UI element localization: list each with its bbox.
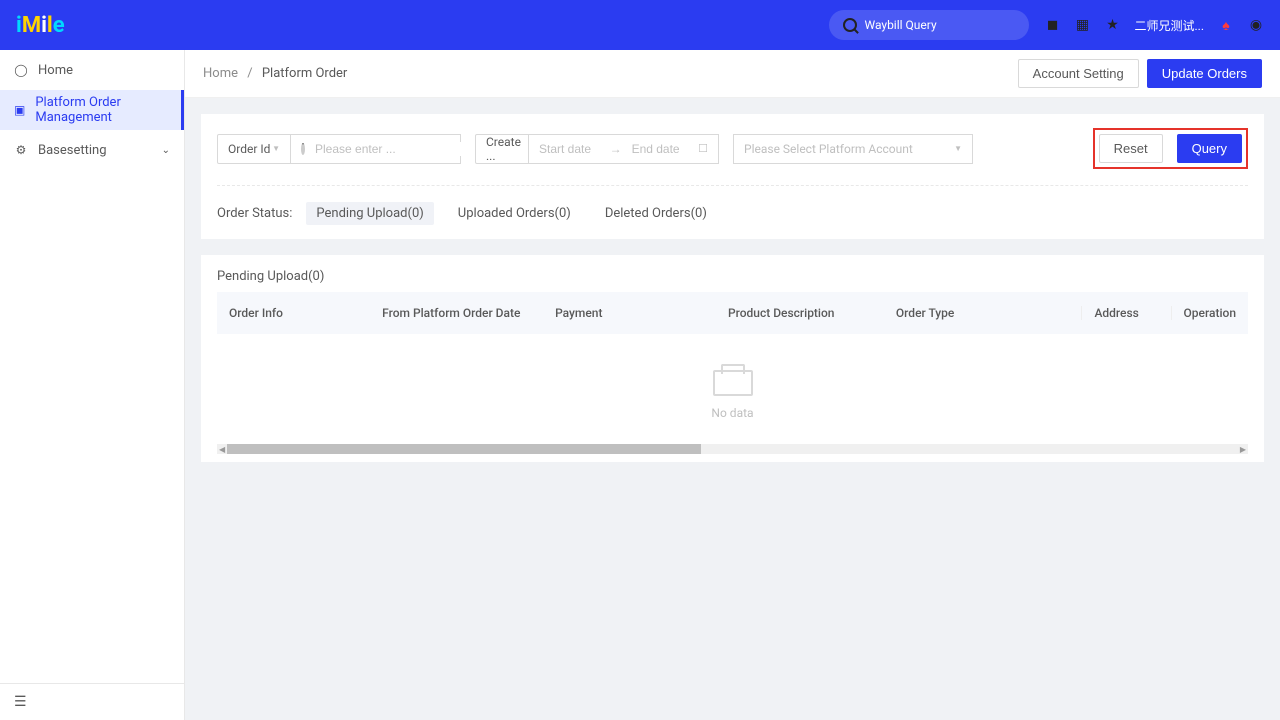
empty-icon [713, 370, 753, 396]
notification-icon[interactable]: ♠ [1218, 17, 1234, 33]
account-setting-button[interactable]: Account Setting [1018, 59, 1139, 88]
sidebar-item-basesetting[interactable]: ⚙ Basesetting ⌄ [0, 130, 184, 170]
status-tab-pending[interactable]: Pending Upload(0) [306, 202, 433, 225]
filter-panel: Order Id ▼ ⤢ Create ... [201, 114, 1264, 239]
orderid-filter: Order Id ▼ ⤢ [217, 134, 461, 164]
order-icon: ▣ [14, 103, 25, 117]
start-date-input[interactable] [539, 142, 600, 156]
logo: iMile [16, 13, 65, 38]
topbar: Home / Platform Order Account Setting Up… [185, 50, 1280, 98]
horizontal-scrollbar[interactable]: ◀ ▶ [217, 444, 1248, 454]
breadcrumb-current: Platform Order [262, 66, 348, 81]
sidebar-item-label: Home [38, 63, 73, 78]
search-icon [843, 18, 857, 32]
order-status-label: Order Status: [217, 206, 292, 221]
empty-text: No data [217, 406, 1248, 420]
waybill-search[interactable]: Waybill Query [829, 10, 1029, 40]
orderid-input-wrap: ⤢ [291, 134, 461, 164]
caret-down-icon: ▼ [272, 144, 280, 153]
date-type-select[interactable]: Create ... [475, 134, 529, 164]
table-panel: Pending Upload(0) Order Info From Platfo… [201, 255, 1264, 462]
sidebar-item-home[interactable]: ◯ Home [0, 50, 184, 90]
update-orders-button[interactable]: Update Orders [1147, 59, 1262, 88]
sidebar-item-platform-order[interactable]: ▣ Platform Order Management [0, 90, 184, 130]
reset-button[interactable]: Reset [1099, 134, 1163, 163]
breadcrumb-sep: / [247, 66, 252, 81]
calendar-icon: ☐ [698, 142, 708, 155]
col-order-type: Order Type [884, 306, 1082, 320]
header-icons: ◼ ▦ ★ 二师兄测试... ♠ ◉ [1045, 17, 1265, 34]
star-icon[interactable]: ★ [1105, 17, 1121, 33]
main-content: Home / Platform Order Account Setting Up… [185, 50, 1280, 720]
orderid-type-select[interactable]: Order Id ▼ [217, 134, 291, 164]
scrollbar-thumb[interactable] [227, 444, 701, 454]
platform-account-select[interactable]: Please Select Platform Account ▼ [733, 134, 973, 164]
scroll-left-icon[interactable]: ◀ [219, 445, 225, 454]
query-highlight-box: Reset Query [1093, 128, 1248, 169]
globe-icon[interactable]: ◉ [1248, 17, 1264, 33]
app-header: iMile Waybill Query ◼ ▦ ★ 二师兄测试... ♠ ◉ [0, 0, 1280, 50]
divider [217, 185, 1248, 186]
caret-down-icon: ▼ [954, 144, 962, 153]
grid-icon[interactable]: ▦ [1075, 17, 1091, 33]
table-header: Order Info From Platform Order Date Paym… [217, 292, 1248, 334]
col-payment: Payment [543, 306, 716, 320]
chevron-down-icon: ⌄ [162, 145, 170, 156]
sidebar-item-label: Platform Order Management [35, 95, 167, 125]
col-operation: Operation [1171, 306, 1248, 320]
scroll-right-icon[interactable]: ▶ [1240, 445, 1246, 454]
loading-icon [301, 143, 305, 155]
date-filter: Create ... → ☐ [475, 134, 719, 164]
end-date-input[interactable] [632, 142, 693, 156]
waybill-search-label: Waybill Query [865, 18, 937, 32]
sidebar: ◯ Home ▣ Platform Order Management ⚙ Bas… [0, 50, 185, 720]
table-title: Pending Upload(0) [217, 269, 1248, 284]
col-address: Address [1081, 306, 1170, 320]
col-order-info: Order Info [217, 306, 370, 320]
status-tab-uploaded[interactable]: Uploaded Orders(0) [448, 202, 581, 225]
breadcrumb-home[interactable]: Home [203, 66, 238, 81]
status-tab-deleted[interactable]: Deleted Orders(0) [595, 202, 717, 225]
col-order-date: From Platform Order Date [370, 306, 543, 320]
sidebar-item-label: Basesetting [38, 143, 107, 158]
col-product: Product Description [716, 306, 884, 320]
orderid-input[interactable] [315, 142, 470, 156]
query-button[interactable]: Query [1177, 134, 1242, 163]
order-status-row: Order Status: Pending Upload(0) Uploaded… [217, 202, 1248, 225]
arrow-right-icon: → [610, 142, 622, 156]
date-range-input[interactable]: → ☐ [529, 134, 719, 164]
home-icon: ◯ [14, 63, 28, 77]
username-label[interactable]: 二师兄测试... [1135, 17, 1205, 34]
gear-icon: ⚙ [14, 143, 28, 157]
folder-icon[interactable]: ◼ [1045, 17, 1061, 33]
empty-state: No data [217, 334, 1248, 444]
breadcrumb: Home / Platform Order [203, 66, 347, 81]
collapse-sidebar-button[interactable]: ☰ [14, 694, 27, 710]
